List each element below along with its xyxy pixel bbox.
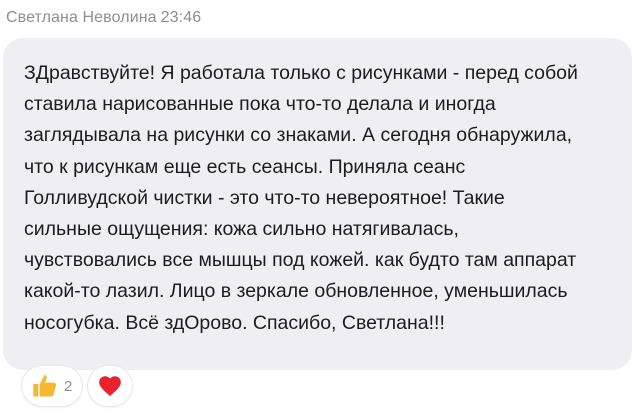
thumbs-up-icon — [31, 372, 59, 400]
message-text: ЗДравствуйте! Я работала только с рисунк… — [24, 62, 578, 334]
message-time: 23:46 — [160, 9, 202, 26]
heart-icon — [97, 373, 123, 399]
like-count: 2 — [64, 377, 73, 395]
author-name[interactable]: Светлана Неволина — [6, 9, 157, 26]
message-bubble: ЗДравствуйте! Я работала только с рисунк… — [3, 38, 632, 370]
message-header: Светлана Неволина 23:46 — [6, 9, 201, 27]
heart-reaction[interactable] — [88, 366, 133, 406]
like-reaction[interactable]: 2 — [22, 366, 83, 406]
reactions-bar: 2 — [22, 366, 133, 406]
